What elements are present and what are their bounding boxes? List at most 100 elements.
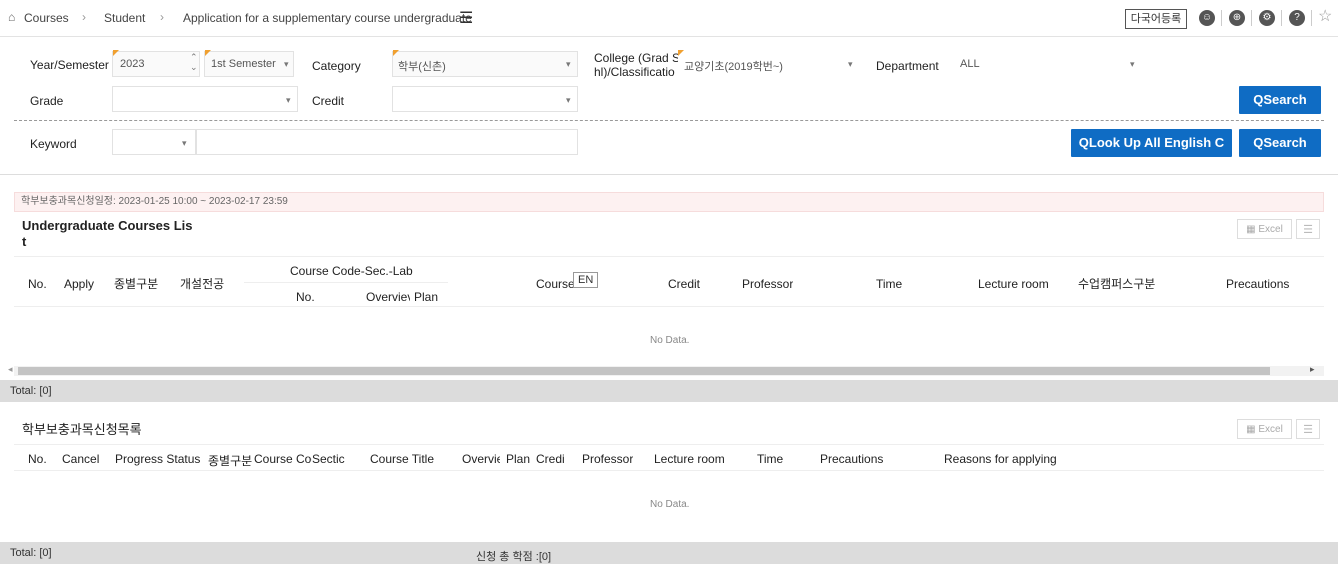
courses-total: Total: [0] — [0, 380, 1338, 402]
col-credit: Credi — [536, 452, 565, 466]
college-value: 교양기초(2019학번~) — [684, 61, 783, 73]
search-icon: Q — [1078, 135, 1089, 150]
search-icon: Q — [1253, 92, 1264, 107]
col-major: 개설전공 — [180, 277, 225, 291]
col-type: 종별구분 — [114, 277, 159, 291]
scroll-left-icon[interactable]: ◂ — [8, 364, 13, 375]
search-button-label: Search — [1263, 135, 1307, 150]
chevron-down-icon: ▾ — [286, 95, 291, 105]
divider — [14, 306, 1324, 307]
chevron-down-icon: ▾ — [182, 138, 187, 148]
col-professor: Professor — [582, 452, 634, 466]
col-section: Sectic — [312, 452, 345, 466]
department-label: Department — [876, 59, 939, 73]
col-reasons: Reasons for applying — [944, 452, 1057, 466]
col-lecture-room: Lecture room — [654, 452, 725, 466]
courses-title: Undergraduate Courses Lis — [22, 218, 193, 233]
col-precautions: Precautions — [1226, 277, 1290, 291]
year-stepper-icon[interactable]: ⌃ ⌄ — [190, 52, 198, 72]
department-select[interactable] — [954, 51, 1142, 77]
col-credit: Credit — [668, 277, 701, 291]
scrollbar-thumb[interactable] — [18, 367, 1270, 375]
list-icon: ☰ — [1303, 424, 1313, 436]
department-value: ALL — [960, 58, 980, 70]
home-icon[interactable]: ⌂ — [8, 10, 15, 24]
divider — [1251, 10, 1252, 26]
search-button-label: Search — [1263, 92, 1307, 107]
breadcrumb-courses[interactable]: Courses — [24, 11, 69, 25]
col-room: Lecture room — [978, 277, 1049, 291]
col-apply: Apply — [64, 277, 95, 291]
scroll-right-icon[interactable]: ▸ — [1310, 364, 1315, 375]
credit-select[interactable] — [392, 86, 578, 112]
col-code: Course Cod — [254, 452, 312, 466]
divider — [14, 120, 1324, 121]
col-type: 종별구분 — [208, 454, 253, 468]
breadcrumb-separator-icon: › — [82, 10, 86, 24]
user-icon[interactable]: ☺ — [1199, 10, 1215, 26]
applied-total-credit: 신청 총 학점 :[0] — [476, 551, 552, 563]
year-value: 2023 — [120, 58, 145, 70]
col-overview: Overvie — [462, 452, 500, 466]
list-icon: ☰ — [1303, 224, 1313, 236]
keyword-search-button[interactable]: QSearch — [1239, 129, 1321, 157]
excel-icon: ▦ — [1246, 224, 1259, 235]
column-settings-button[interactable]: ☰ — [1296, 419, 1320, 439]
col-code-group: Course Code-Sec.-Lab — [290, 264, 413, 278]
language-register-button[interactable]: 다국어등록 — [1125, 9, 1187, 29]
col-time: Time — [876, 277, 903, 291]
lookup-button-label: Look Up All English C — [1088, 135, 1225, 150]
col-campus: 수업캠퍼스구분 — [1078, 277, 1156, 291]
col-precautions: Precautions — [820, 452, 884, 466]
divider — [1221, 10, 1222, 26]
divider — [0, 174, 1338, 175]
category-value: 학부(신촌) — [398, 61, 446, 73]
breadcrumb-separator-icon: › — [160, 10, 164, 24]
settings-icon[interactable]: ⚙ — [1259, 10, 1275, 26]
chevron-down-icon: ▾ — [284, 59, 289, 69]
chevron-down-icon: ▾ — [848, 59, 853, 69]
applied-no-data: No Data. — [650, 499, 690, 510]
excel-label: Excel — [1258, 424, 1283, 435]
schedule-notice: 학부보충과목신청일정: 2023-01-25 10:00 ~ 2023-02-1… — [14, 192, 1324, 212]
college-label: College (Grad Sc — [594, 51, 687, 65]
breadcrumb-student[interactable]: Student — [104, 11, 145, 25]
divider — [14, 444, 1324, 445]
divider — [244, 282, 448, 283]
col-no: No. — [28, 277, 47, 291]
star-icon[interactable]: ☆ — [1318, 6, 1332, 26]
divider — [1281, 10, 1282, 26]
applied-total: Total: [0] — [10, 547, 52, 559]
col-plan: Plan — [414, 290, 439, 304]
col-cancel: Cancel — [62, 452, 100, 466]
globe-icon[interactable]: ⊕ — [1229, 10, 1245, 26]
search-button[interactable]: QSearch — [1239, 86, 1321, 114]
divider — [14, 256, 1324, 257]
help-icon[interactable]: ? — [1289, 10, 1305, 26]
col-plan: Plan — [506, 452, 531, 466]
col-no: No. — [28, 452, 47, 466]
category-label: Category — [312, 59, 361, 73]
keyword-input[interactable] — [196, 129, 578, 155]
search-icon: Q — [1253, 135, 1264, 150]
grade-select[interactable] — [112, 86, 298, 112]
required-flag-icon — [678, 50, 684, 56]
col-code-no: No. — [296, 290, 315, 304]
required-flag-icon — [113, 50, 119, 56]
breadcrumb-page: Application for a supplementary course u… — [183, 11, 472, 25]
column-settings-button[interactable]: ☰ — [1296, 219, 1320, 239]
english-toggle-button[interactable]: EN — [573, 272, 599, 288]
courses-title-line2: t — [22, 234, 27, 249]
col-progress-status: Progress Status — [115, 452, 201, 466]
excel-button[interactable]: ▦ Excel — [1237, 419, 1292, 439]
chevron-down-icon: ▾ — [1130, 59, 1135, 69]
col-overview: Overviev — [366, 290, 410, 304]
semester-value: 1st Semester — [211, 58, 276, 70]
lookup-all-english-button[interactable]: QLook Up All English C — [1071, 129, 1232, 157]
col-course-title: Course Title — [370, 452, 435, 466]
menu-icon[interactable]: ☰ — [459, 8, 473, 28]
col-time: Time — [757, 452, 784, 466]
excel-icon: ▦ — [1246, 424, 1259, 435]
keyword-label: Keyword — [30, 137, 77, 151]
excel-button[interactable]: ▦ Excel — [1237, 219, 1292, 239]
